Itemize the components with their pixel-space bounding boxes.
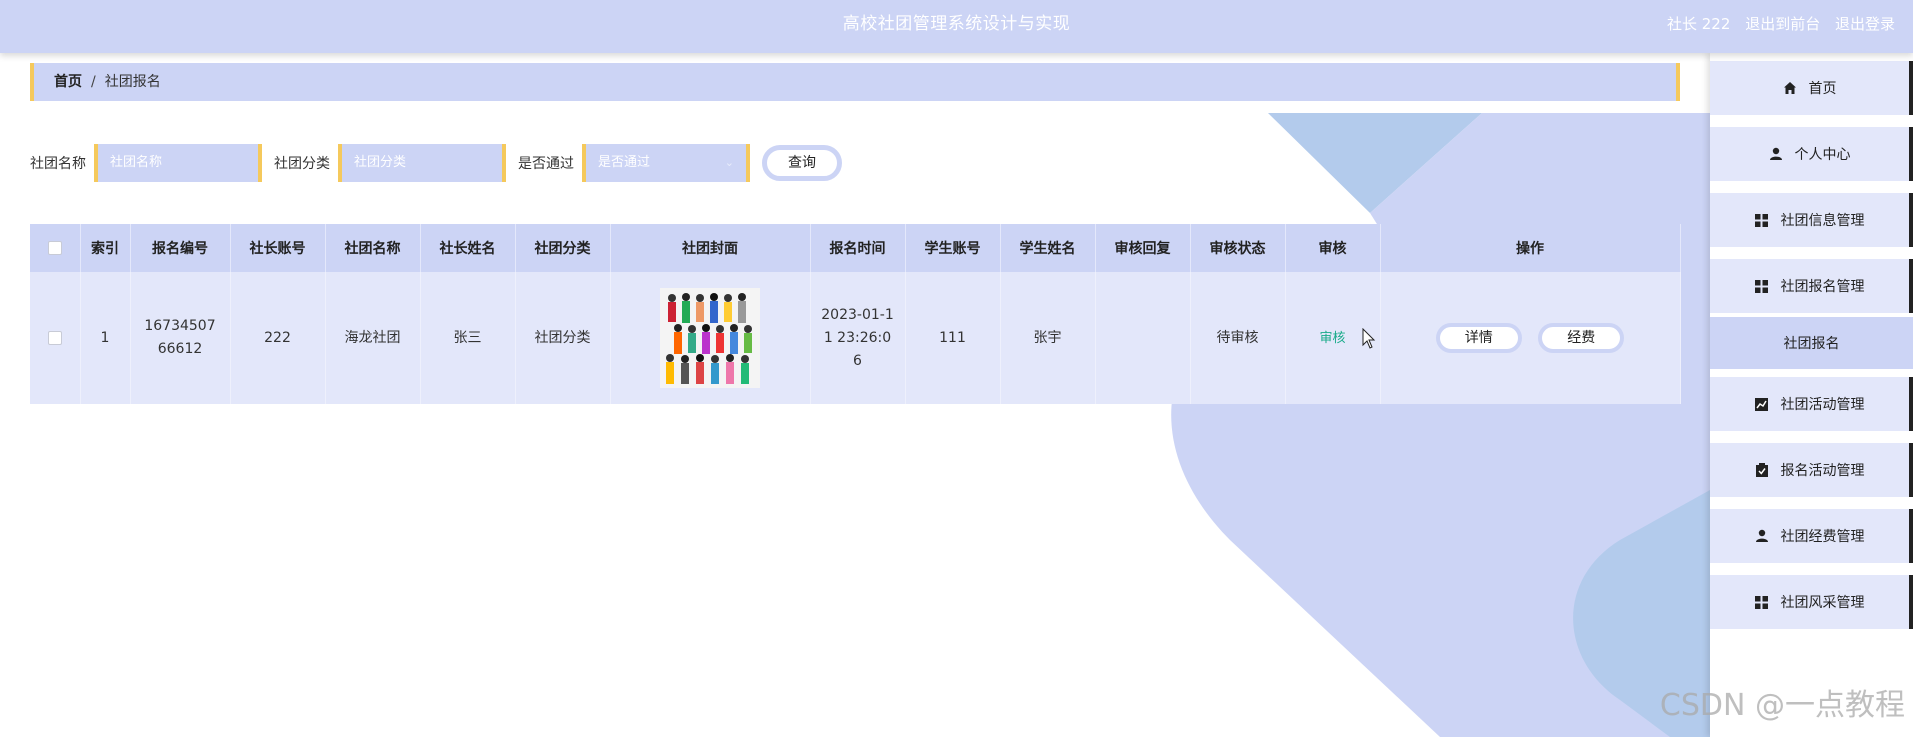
breadcrumb: 首页 / 社团报名 [30, 63, 1680, 101]
column-header: 审核回复 [1095, 224, 1191, 272]
column-header: 社长账号 [230, 224, 326, 272]
sidebar-item-label: 社团信息管理 [1780, 213, 1865, 229]
query-button[interactable]: 查询 [762, 145, 842, 181]
column-header: 操作 [1380, 224, 1681, 272]
column-header: 报名时间 [810, 224, 906, 272]
cell-index: 1 [80, 272, 131, 404]
table-header-row: 索引 报名编号 社长账号 社团名称 社长姓名 社团分类 社团封面 报名时间 学生… [30, 224, 1681, 272]
sidebar-item-club-showcase[interactable]: 社团风采管理 [1710, 575, 1913, 629]
registration-table: 索引 报名编号 社长账号 社团名称 社长姓名 社团分类 社团封面 报名时间 学生… [30, 224, 1681, 404]
column-header: 索引 [80, 224, 131, 272]
app-title: 高校社团管理系统设计与实现 [842, 14, 1071, 34]
cell-cover [610, 272, 811, 404]
grid-icon [1755, 213, 1769, 227]
column-header: 社团名称 [325, 224, 421, 272]
sidebar-item-club-info[interactable]: 社团信息管理 [1710, 193, 1913, 247]
club-name-label: 社团名称 [30, 156, 86, 172]
breadcrumb-separator: / [91, 74, 96, 90]
logout-link[interactable]: 退出登录 [1835, 15, 1895, 33]
cell-reg-time: 2023-01-11 23:26:06 [810, 272, 906, 404]
cover-photo [660, 288, 760, 388]
cell-actions: 详情 经费 [1380, 272, 1681, 404]
club-cover-image[interactable] [660, 288, 760, 388]
column-header: 社长姓名 [420, 224, 516, 272]
column-header: 学生账号 [905, 224, 1001, 272]
passed-select-placeholder: 是否通过 [598, 155, 651, 170]
sidebar-item-label: 社团风采管理 [1780, 595, 1865, 611]
sidebar-item-label: 首页 [1808, 81, 1837, 97]
row-select-cell[interactable] [30, 272, 81, 404]
sidebar-item-club-activity[interactable]: 社团活动管理 [1710, 377, 1913, 431]
home-icon [1783, 81, 1797, 95]
select-all-checkbox[interactable] [47, 241, 62, 255]
cell-reg-no: 1673450766612 [130, 272, 231, 404]
column-header: 审核 [1285, 224, 1381, 272]
sidebar-subitem-club-registration[interactable]: 社团报名 [1710, 317, 1913, 369]
grid-icon [1755, 279, 1769, 293]
cell-club-name: 海龙社团 [325, 272, 421, 404]
watermark: CSDN @一点教程 [1659, 688, 1905, 723]
fee-button[interactable]: 经费 [1538, 323, 1625, 353]
current-user: 社长 222 [1667, 15, 1731, 33]
column-header: 社团封面 [610, 224, 811, 272]
chart-icon [1755, 397, 1769, 411]
sidebar: 首页 个人中心 社团信息管理 社团报名管理 社团报名 社团活动管理 报名活动管理 [1710, 53, 1913, 737]
chevron-down-icon: ⌄ [724, 156, 734, 169]
cell-student-account: 111 [905, 272, 1001, 404]
top-bar: 高校社团管理系统设计与实现 社长 222 退出到前台 退出登录 [0, 0, 1913, 53]
clipboard-check-icon [1755, 463, 1769, 477]
sidebar-item-label: 社团活动管理 [1780, 397, 1865, 413]
breadcrumb-home[interactable]: 首页 [54, 74, 82, 90]
passed-select[interactable]: 是否通过 ⌄ [582, 144, 750, 182]
category-input[interactable]: 社团分类 [338, 144, 506, 182]
cell-audit-status: 待审核 [1190, 272, 1286, 404]
row-checkbox[interactable] [47, 330, 62, 345]
category-label: 社团分类 [274, 156, 330, 172]
club-name-input[interactable]: 社团名称 [94, 144, 262, 182]
mouse-cursor-icon [1362, 328, 1376, 349]
grid-icon [1755, 595, 1769, 609]
search-bar: 社团名称 社团名称 社团分类 社团分类 是否通过 是否通过 ⌄ 查询 [30, 143, 842, 183]
audit-link[interactable]: 审核 [1319, 331, 1345, 346]
cell-student-name: 张宇 [1000, 272, 1096, 404]
cell-leader-account: 222 [230, 272, 326, 404]
column-header: 报名编号 [130, 224, 231, 272]
reg-time-text: 2023-01-11 23:26:06 [821, 306, 894, 369]
passed-label: 是否通过 [518, 156, 574, 172]
column-header: 审核状态 [1190, 224, 1286, 272]
top-right-actions: 社长 222 退出到前台 退出登录 [1657, 0, 1895, 48]
user-icon [1769, 147, 1783, 161]
cell-category: 社团分类 [515, 272, 611, 404]
table-row: 1 1673450766612 222 海龙社团 张三 社团分类 2023-01… [30, 272, 1681, 404]
column-header: 学生姓名 [1000, 224, 1096, 272]
sidebar-item-home[interactable]: 首页 [1710, 61, 1913, 115]
sidebar-item-registration-activity[interactable]: 报名活动管理 [1710, 443, 1913, 497]
sidebar-item-label: 社团报名管理 [1780, 279, 1865, 295]
sidebar-item-club-registration[interactable]: 社团报名管理 [1710, 259, 1913, 313]
sidebar-item-personal-center[interactable]: 个人中心 [1710, 127, 1913, 181]
select-all-cell[interactable] [30, 224, 81, 272]
sidebar-item-label: 社团经费管理 [1780, 529, 1865, 545]
user-icon [1755, 529, 1769, 543]
cell-leader-name: 张三 [420, 272, 516, 404]
cell-audit-reply [1095, 272, 1191, 404]
sidebar-item-label: 个人中心 [1794, 147, 1851, 163]
sidebar-item-club-funds[interactable]: 社团经费管理 [1710, 509, 1913, 563]
breadcrumb-current: 社团报名 [104, 74, 161, 90]
column-header: 社团分类 [515, 224, 611, 272]
sidebar-item-label: 报名活动管理 [1780, 463, 1865, 479]
reg-no-text: 1673450766612 [144, 318, 216, 357]
back-to-front-link[interactable]: 退出到前台 [1745, 15, 1820, 33]
detail-button[interactable]: 详情 [1435, 323, 1522, 353]
